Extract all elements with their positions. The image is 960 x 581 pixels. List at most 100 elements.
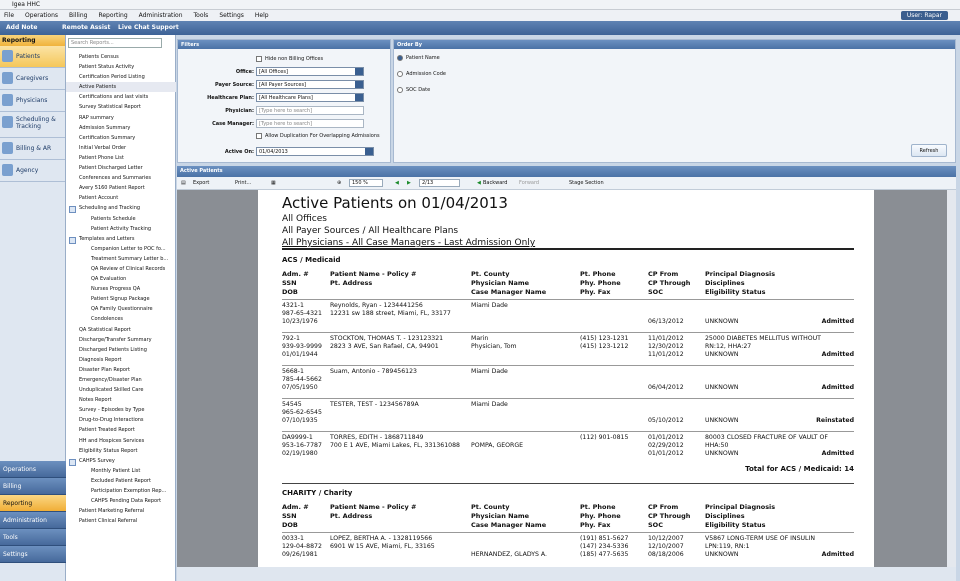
hide-non-billing-checkbox[interactable]	[256, 56, 262, 62]
nav-section-0[interactable]: Operations	[0, 461, 66, 478]
report-item[interactable]: Patient Signup Package	[66, 294, 176, 304]
report-item[interactable]: Excluded Patient Report	[66, 476, 176, 486]
report-item[interactable]: Admission Summary	[66, 123, 176, 133]
report-item[interactable]: Condolences	[66, 314, 176, 324]
report-item[interactable]: Participation Exemption Rep...	[66, 486, 176, 496]
report-item[interactable]: Patient Treated Report	[66, 425, 176, 435]
report-item[interactable]: Monthly Patient List	[66, 466, 176, 476]
report-item[interactable]: HH and Hospices Services	[66, 436, 176, 446]
report-item[interactable]: Patient Discharged Letter	[66, 163, 176, 173]
report-item[interactable]: Patient Marketing Referral	[66, 506, 176, 516]
export-button[interactable]: Export	[193, 180, 209, 186]
office-select[interactable]: [All Offices]	[256, 67, 364, 76]
nav-item-1[interactable]: Caregivers	[0, 68, 65, 90]
user-area[interactable]: User: Rapar	[900, 11, 948, 20]
report-item[interactable]: Certification Summary	[66, 133, 176, 143]
physician-input[interactable]: [Type here to search]	[256, 106, 364, 115]
order-soc-date-radio[interactable]	[397, 87, 403, 93]
report-item[interactable]: Unduplicated Skilled Care	[66, 385, 176, 395]
column-header: Phy. Phone	[580, 279, 621, 287]
print-button[interactable]: Print...	[235, 180, 251, 186]
report-item[interactable]: Patients Census	[66, 52, 176, 62]
report-item[interactable]: Disaster Plan Report	[66, 365, 176, 375]
order-admission-code-radio[interactable]	[397, 71, 403, 77]
horizontal-scrollbar[interactable]	[177, 567, 956, 581]
report-item[interactable]: Templates and Letters	[66, 234, 176, 244]
report-item[interactable]: QA Review of Clinical Records	[66, 264, 176, 274]
plan-select[interactable]: [All Healthcare Plans]	[256, 93, 364, 102]
add-note-button[interactable]: Add Note	[6, 24, 37, 31]
first-page-icon[interactable]: ◀	[395, 180, 399, 186]
cell-status: Admitted	[821, 551, 854, 558]
report-item[interactable]: Survey Statistical Report	[66, 102, 176, 112]
zoom-in-icon[interactable]: ⊕	[337, 180, 341, 186]
report-item[interactable]: Initial Verbal Order	[66, 143, 176, 153]
menu-administration[interactable]: Administration	[139, 10, 183, 19]
report-item[interactable]: RAP summary	[66, 113, 176, 123]
menu-settings[interactable]: Settings	[219, 10, 244, 19]
menu-file[interactable]: File	[4, 10, 14, 19]
report-item[interactable]: Scheduling and Tracking	[66, 203, 176, 214]
open-icon[interactable]: ▤	[181, 180, 186, 186]
report-item[interactable]: Eligibility Status Report	[66, 446, 176, 456]
nav-item-0[interactable]: Patients	[0, 46, 65, 68]
payer-select[interactable]: [All Payer Sources]	[256, 80, 364, 89]
nav-section-3[interactable]: Administration	[0, 512, 66, 529]
report-item[interactable]: Patient Account	[66, 193, 176, 203]
report-item[interactable]: Patient Phone List	[66, 153, 176, 163]
order-patient-name-radio[interactable]	[397, 55, 403, 61]
zoom-select[interactable]: 150 %	[349, 179, 383, 187]
report-item[interactable]: CAHPS Pending Data Report	[66, 496, 176, 506]
case-manager-input[interactable]: [Type here to search]	[256, 119, 364, 128]
report-item[interactable]: Conferences and Summaries	[66, 173, 176, 183]
live-chat-button[interactable]: Live Chat Support	[118, 24, 179, 31]
report-item[interactable]: QA Family Questionnaire	[66, 304, 176, 314]
report-item[interactable]: Emergency/Disaster Plan	[66, 375, 176, 385]
report-item[interactable]: Avery 5160 Patient Report	[66, 183, 176, 193]
report-item[interactable]: QA Evaluation	[66, 274, 176, 284]
report-item[interactable]: Drug-to-Drug Interactions	[66, 415, 176, 425]
report-item[interactable]: Certification Period Listing	[66, 72, 176, 82]
report-item[interactable]: Nurses Progress QA	[66, 284, 176, 294]
stage-section-button[interactable]: Stage Section	[569, 180, 604, 186]
refresh-button[interactable]: Refresh	[911, 144, 947, 157]
nav-item-4[interactable]: Billing & AR	[0, 138, 65, 160]
nav-item-3[interactable]: Scheduling & Tracking	[0, 112, 65, 138]
report-item[interactable]: Patient Activity Tracking	[66, 224, 176, 234]
nav-item-5[interactable]: Agency	[0, 160, 65, 182]
report-item[interactable]: Diagnosis Report	[66, 355, 176, 365]
next-page-icon[interactable]: ▶	[407, 180, 411, 186]
menu-reporting[interactable]: Reporting	[98, 10, 127, 19]
report-item[interactable]: Discharged Patients Listing	[66, 345, 176, 355]
report-item[interactable]: Discharge/Transfer Summary	[66, 335, 176, 345]
report-item[interactable]: Notes Report	[66, 395, 176, 405]
report-item[interactable]: Companion Letter to POC fo...	[66, 244, 176, 254]
report-item[interactable]: Survey - Episodes by Type	[66, 405, 176, 415]
report-item[interactable]: Patient Clinical Referral	[66, 516, 176, 526]
nav-section-4[interactable]: Tools	[0, 529, 66, 546]
menu-billing[interactable]: Billing	[69, 10, 87, 19]
nav-item-2[interactable]: Physicians	[0, 90, 65, 112]
report-item[interactable]: Treatment Summary Letter b...	[66, 254, 176, 264]
report-item[interactable]: Active Patients	[66, 82, 176, 93]
menu-operations[interactable]: Operations	[25, 10, 58, 19]
allow-duplication-checkbox[interactable]	[256, 133, 262, 139]
menu-help[interactable]: Help	[255, 10, 269, 19]
report-item[interactable]: Patient Status Activity	[66, 62, 176, 72]
report-search-input[interactable]: Search Reports...	[68, 38, 162, 48]
page-setup-icon[interactable]: ▦	[271, 180, 276, 186]
vertical-scrollbar[interactable]	[947, 190, 956, 567]
report-item[interactable]: Patients Schedule	[66, 214, 176, 224]
menu-tools[interactable]: Tools	[194, 10, 209, 19]
report-item[interactable]: Certifications and last visits	[66, 92, 176, 102]
nav-section-1[interactable]: Billing	[0, 478, 66, 495]
report-item[interactable]: CAHPS Survey	[66, 456, 176, 466]
nav-section-5[interactable]: Settings	[0, 546, 66, 563]
remote-assist-button[interactable]: Remote Assist	[62, 24, 110, 31]
active-on-date[interactable]: 01/04/2013	[256, 147, 374, 156]
nav-section-2[interactable]: Reporting	[0, 495, 66, 512]
report-item[interactable]: QA Statistical Report	[66, 325, 176, 335]
backward-button[interactable]: Backward	[483, 180, 507, 186]
forward-button[interactable]: Forward	[519, 180, 539, 186]
page-input[interactable]: 2/13	[419, 179, 461, 187]
